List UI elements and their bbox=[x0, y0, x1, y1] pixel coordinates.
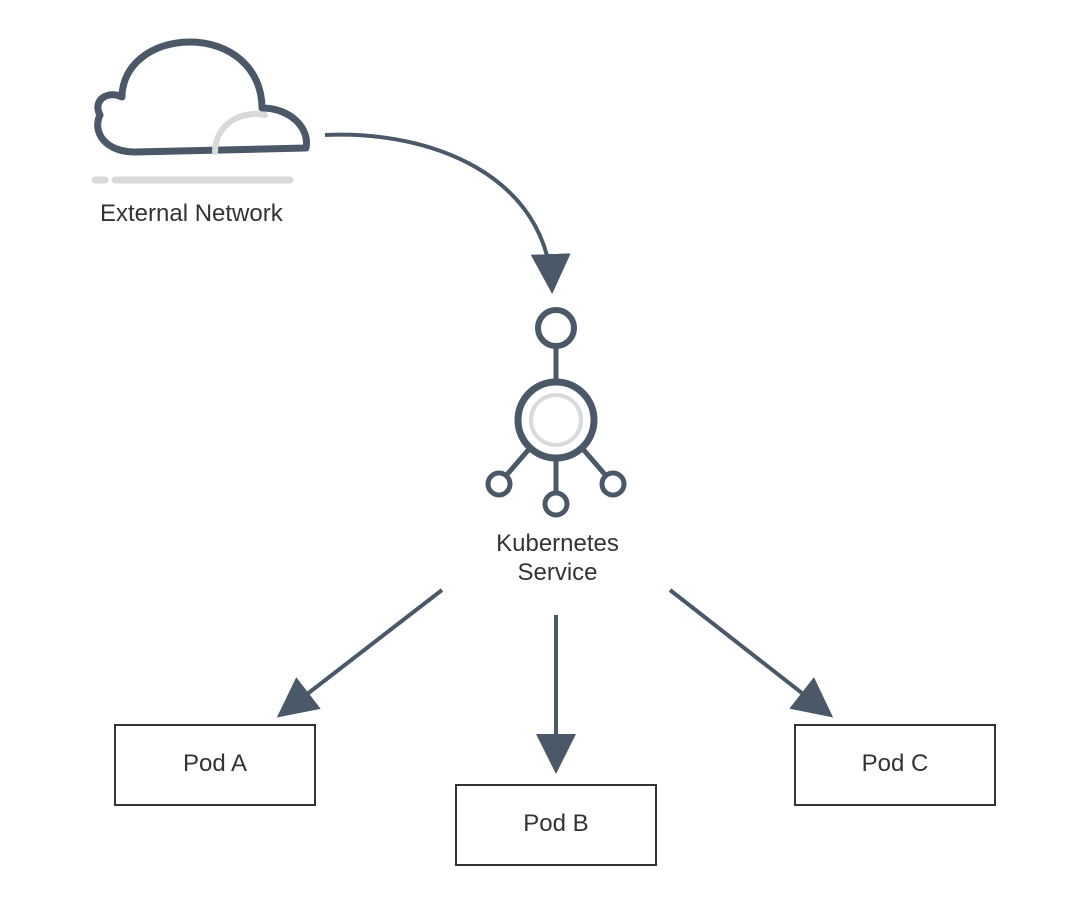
arrow-service-to-pod-c bbox=[670, 590, 830, 715]
arrow-service-to-pod-a bbox=[280, 590, 442, 715]
architecture-diagram: External Network Kubernetes Service Pod … bbox=[0, 0, 1080, 902]
service-icon bbox=[488, 310, 624, 515]
external-network-label: External Network bbox=[100, 200, 283, 228]
pod-c-label: Pod C bbox=[795, 750, 995, 778]
arrow-cloud-to-service bbox=[325, 135, 552, 290]
kubernetes-service-label-line2: Service bbox=[490, 559, 625, 588]
kubernetes-service-label: Kubernetes Service bbox=[490, 530, 625, 588]
cloud-icon bbox=[95, 42, 307, 180]
kubernetes-service-label-line1: Kubernetes bbox=[490, 530, 625, 559]
pod-b-label: Pod B bbox=[456, 810, 656, 838]
pod-a-label: Pod A bbox=[115, 750, 315, 778]
